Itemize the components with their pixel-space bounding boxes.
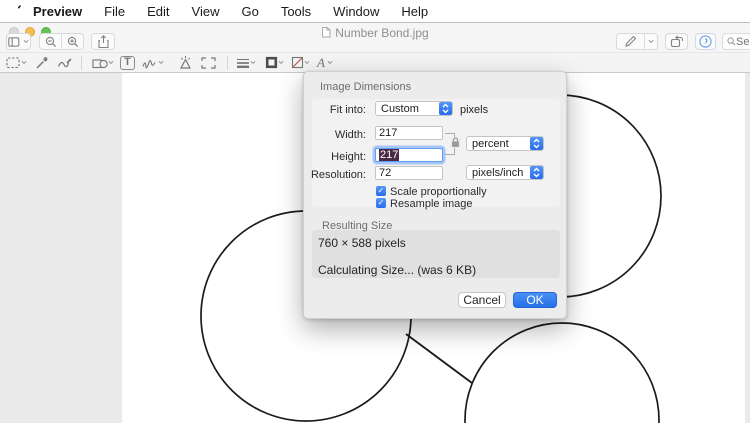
menu-item-view[interactable]: View: [181, 4, 231, 19]
chevron-down-icon: [327, 60, 333, 65]
stepper-icon: [530, 166, 543, 179]
zoom-out-icon: [45, 36, 56, 47]
instant-alpha-button[interactable]: [34, 54, 50, 72]
document-icon: [321, 27, 331, 41]
zoom-in-button[interactable]: [61, 33, 83, 50]
window-titlebar: Number Bond.jpg: [0, 22, 750, 52]
magic-wand-icon: [36, 56, 48, 68]
fit-into-label: Fit into:: [329, 104, 366, 116]
shape-style-icon: [237, 58, 249, 68]
rotate-icon: [670, 35, 683, 48]
rotate-left-button[interactable]: [665, 33, 688, 50]
search-field[interactable]: [722, 33, 750, 50]
shapes-icon: [92, 58, 108, 68]
search-icon: [727, 37, 736, 46]
resample-image-checkbox[interactable]: ✓: [376, 198, 386, 208]
signature-icon: [142, 59, 156, 68]
ok-button[interactable]: OK: [513, 292, 557, 308]
lock-icon: [450, 137, 461, 148]
text-tool-button[interactable]: T: [120, 55, 135, 70]
selected-text: 217: [379, 149, 400, 161]
markup-toolbar-toggle-button[interactable]: [695, 33, 716, 50]
scale-proportionally-label: Scale proportionally: [390, 186, 487, 198]
border-color-button[interactable]: [263, 54, 285, 72]
fill-color-button[interactable]: [289, 54, 311, 72]
chevron-down-icon: [277, 60, 284, 65]
markup-toolbar-icon: [699, 35, 712, 48]
menu-item-go[interactable]: Go: [230, 4, 269, 19]
fit-into-value: Custom: [381, 102, 419, 115]
dimension-unit-value: percent: [472, 137, 509, 150]
width-input[interactable]: [375, 126, 443, 140]
resulting-dimensions: 760 × 588 pixels: [318, 236, 406, 250]
border-color-icon: [265, 56, 277, 69]
markup-toolbar: T A: [0, 52, 750, 73]
fit-into-unit: pixels: [460, 104, 489, 116]
chevron-down-icon: [250, 60, 256, 65]
menu-item-edit[interactable]: Edit: [136, 4, 180, 19]
chevron-down-icon: [108, 60, 114, 65]
share-button[interactable]: [91, 33, 115, 50]
shape-style-button[interactable]: [235, 54, 257, 72]
width-label: Width:: [334, 129, 366, 141]
markup-pencil-group: [616, 33, 658, 50]
menu-item-tools[interactable]: Tools: [270, 4, 322, 19]
sketch-tool-button[interactable]: [56, 54, 72, 72]
menu-item-window[interactable]: Window: [322, 4, 390, 19]
resolution-label: Resolution:: [310, 169, 366, 181]
shapes-tool-button[interactable]: [90, 54, 116, 72]
pencil-icon: [625, 35, 637, 47]
cancel-button[interactable]: Cancel: [458, 292, 506, 308]
chevron-down-icon: [158, 60, 164, 65]
menu-bar: Preview File Edit View Go Tools Window H…: [0, 0, 750, 22]
menu-item-help[interactable]: Help: [390, 4, 439, 19]
menu-item-file[interactable]: File: [93, 4, 136, 19]
selection-icon: [5, 56, 20, 68]
height-input[interactable]: 217: [375, 148, 443, 162]
resulting-filesize-status: Calculating Size... (was 6 KB): [318, 263, 477, 277]
text-style-icon: A: [317, 55, 325, 70]
fill-color-icon: [291, 56, 303, 69]
resolution-unit-value: pixels/inch: [472, 166, 524, 179]
zoom-segmented-control: [39, 33, 84, 50]
sketch-icon: [57, 58, 72, 68]
chevron-down-icon: [20, 60, 27, 65]
selection-tool-button[interactable]: [4, 54, 28, 72]
chevron-down-icon: [23, 39, 29, 44]
apple-menu[interactable]: [10, 4, 24, 18]
scale-proportionally-checkbox[interactable]: ✓: [376, 186, 386, 196]
stepper-icon: [439, 102, 452, 115]
dimension-unit-popup[interactable]: percent: [466, 136, 544, 151]
zoom-in-icon: [67, 36, 78, 47]
chevron-down-icon: [648, 39, 654, 44]
sidebar-icon: [8, 36, 20, 47]
height-label: Height:: [331, 151, 366, 163]
text-style-button[interactable]: A: [315, 54, 335, 72]
markup-pencil-button[interactable]: [617, 33, 644, 50]
fit-into-popup[interactable]: Custom: [375, 101, 453, 116]
adjust-color-icon: [179, 56, 191, 69]
dialog-title: Image Dimensions: [320, 81, 412, 93]
resolution-input[interactable]: [375, 166, 443, 180]
preview-app-screen: Preview File Edit View Go Tools Window H…: [0, 0, 750, 423]
chevron-down-icon: [303, 60, 310, 65]
sidebar-toggle-button[interactable]: [6, 33, 31, 50]
image-dimensions-dialog: Image Dimensions Fit into: Custom pixels…: [303, 71, 567, 319]
sign-tool-button[interactable]: [141, 54, 165, 72]
resample-image-label: Resample image: [390, 198, 473, 210]
menu-item-preview[interactable]: Preview: [24, 4, 93, 19]
zoom-out-button[interactable]: [40, 33, 61, 50]
adjust-size-button[interactable]: [200, 54, 216, 72]
share-icon: [97, 35, 109, 48]
search-input[interactable]: [736, 35, 750, 48]
toolbar-separator: [81, 55, 82, 70]
adjust-color-button[interactable]: [177, 54, 193, 72]
resolution-unit-popup[interactable]: pixels/inch: [466, 165, 544, 180]
adjust-size-icon: [200, 56, 216, 69]
toolbar-separator: [227, 55, 228, 70]
markup-pencil-dropdown[interactable]: [644, 33, 657, 50]
apple-icon: [17, 5, 21, 10]
stepper-icon: [530, 137, 543, 150]
text-tool-icon: T: [124, 56, 131, 68]
